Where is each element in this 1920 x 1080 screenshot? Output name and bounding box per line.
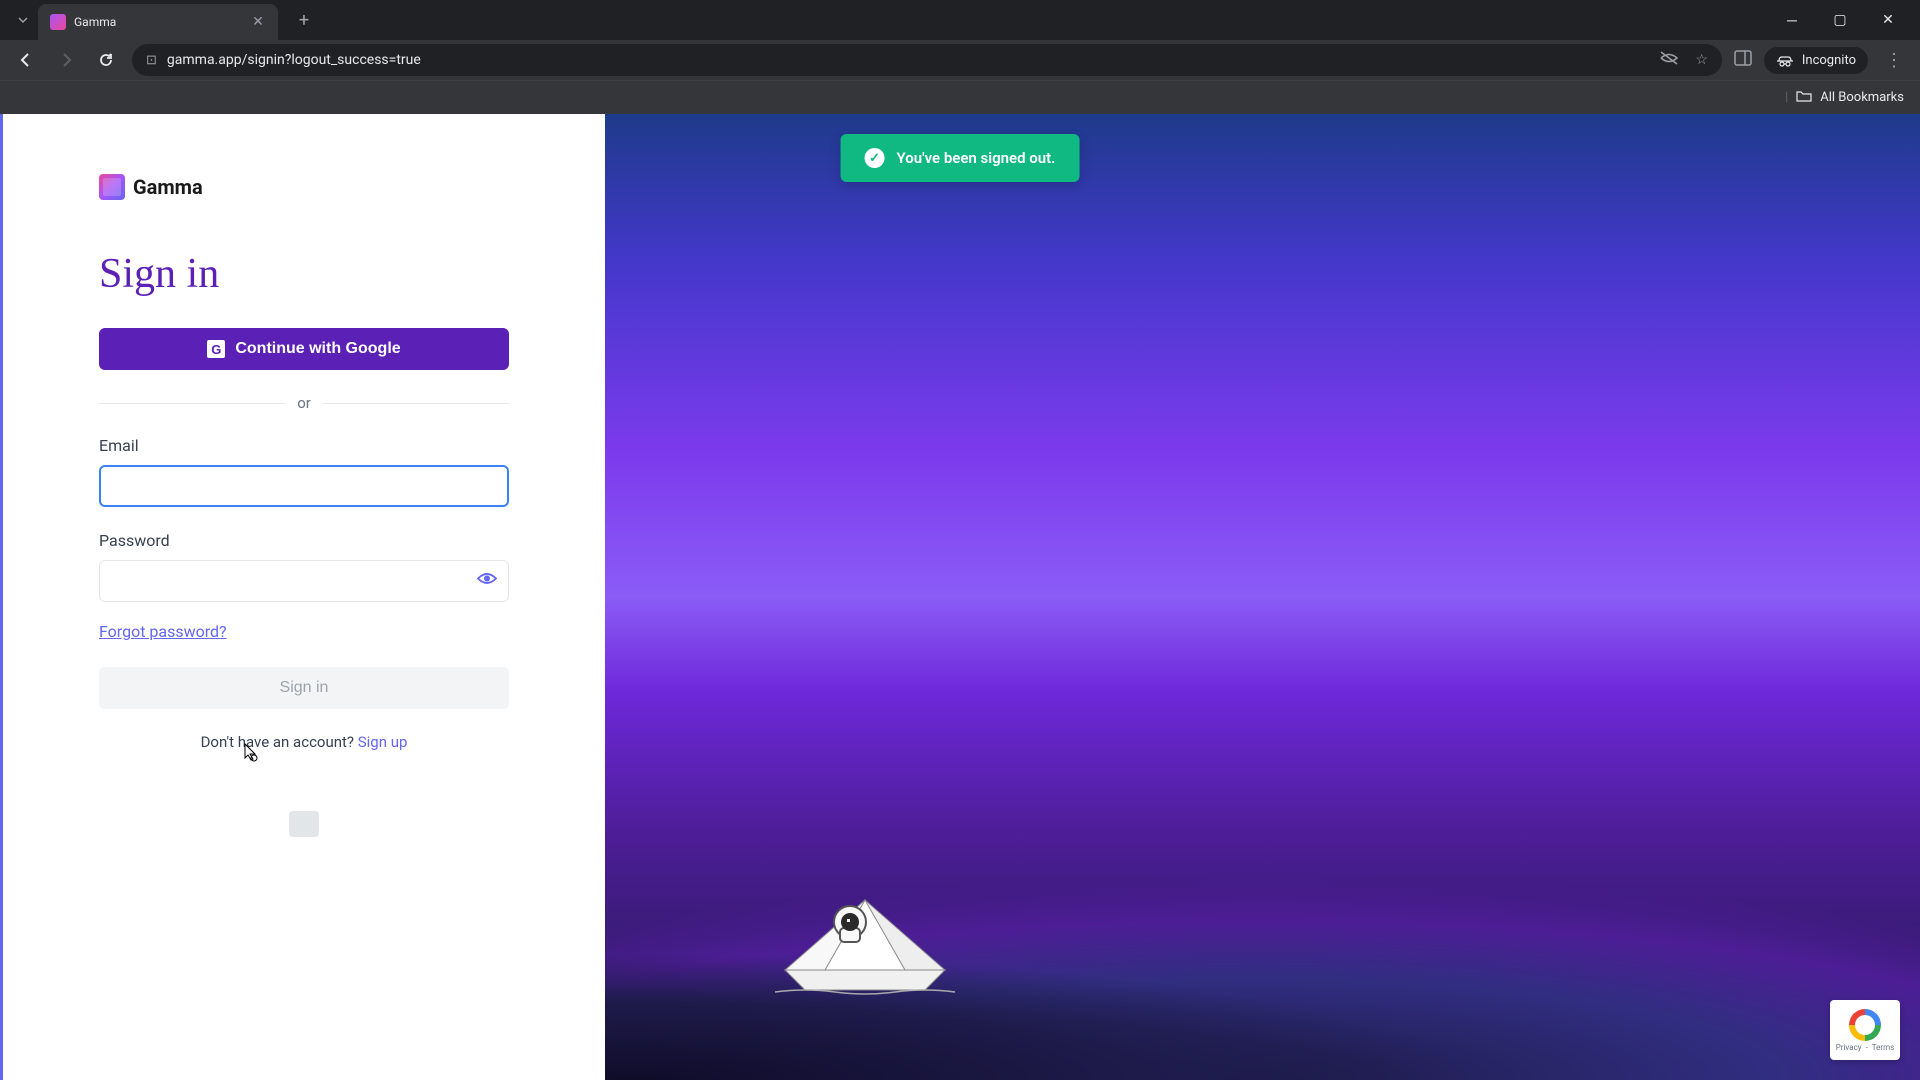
show-password-button[interactable] xyxy=(477,572,497,591)
google-icon: G xyxy=(207,340,225,358)
tab-favicon xyxy=(50,14,66,30)
forgot-password-link[interactable]: Forgot password? xyxy=(99,622,227,641)
all-bookmarks-link[interactable]: All Bookmarks xyxy=(1820,90,1904,105)
window-controls: ─ ▢ ✕ xyxy=(1778,12,1912,29)
password-label: Password xyxy=(99,531,509,550)
incognito-label: Incognito xyxy=(1802,53,1856,68)
signin-panel: Gamma Sign in G Continue with Google or … xyxy=(0,114,605,1080)
browser-tab-strip: Gamma ✕ + ─ ▢ ✕ xyxy=(0,0,1920,40)
close-tab-icon[interactable]: ✕ xyxy=(250,14,266,30)
bookmarks-bar: | All Bookmarks xyxy=(0,80,1920,114)
signup-prompt: Don't have an account? Sign up xyxy=(99,733,509,751)
maximize-button[interactable]: ▢ xyxy=(1826,12,1854,29)
incognito-icon xyxy=(1776,53,1794,67)
divider-text: or xyxy=(285,394,323,412)
close-window-button[interactable]: ✕ xyxy=(1874,12,1902,29)
google-button-label: Continue with Google xyxy=(235,340,400,358)
password-input[interactable] xyxy=(99,560,509,602)
bookmark-star-icon[interactable]: ☆ xyxy=(1695,52,1708,68)
page-content: Gamma Sign in G Continue with Google or … xyxy=(0,114,1920,1080)
eye-icon xyxy=(477,572,497,586)
recaptcha-terms[interactable]: Terms xyxy=(1872,1043,1894,1052)
recaptcha-privacy[interactable]: Privacy xyxy=(1836,1043,1862,1052)
reload-button[interactable] xyxy=(92,46,120,74)
minimize-button[interactable]: ─ xyxy=(1778,12,1806,29)
side-panel-icon[interactable] xyxy=(1734,50,1752,70)
address-bar[interactable]: ⊡ gamma.app/signin?logout_success=true ☆ xyxy=(132,44,1722,76)
tab-title: Gamma xyxy=(74,15,242,29)
site-settings-icon[interactable]: ⊡ xyxy=(146,53,157,68)
recaptcha-badge[interactable]: Privacy - Terms xyxy=(1830,1000,1900,1060)
incognito-eye-icon[interactable] xyxy=(1659,50,1679,70)
footer-logo xyxy=(289,811,319,837)
back-button[interactable] xyxy=(12,46,40,74)
email-input[interactable] xyxy=(99,465,509,507)
signup-prompt-text: Don't have an account? xyxy=(201,733,358,751)
browser-toolbar: ⊡ gamma.app/signin?logout_success=true ☆… xyxy=(0,40,1920,80)
forward-button[interactable] xyxy=(52,46,80,74)
signout-toast: ✓ You've been signed out. xyxy=(841,134,1080,182)
continue-with-google-button[interactable]: G Continue with Google xyxy=(99,328,509,370)
signup-link[interactable]: Sign up xyxy=(358,733,408,751)
logo-text: Gamma xyxy=(133,175,203,199)
new-tab-button[interactable]: + xyxy=(290,6,318,34)
logo-icon xyxy=(99,174,125,200)
divider: or xyxy=(99,394,509,412)
incognito-badge[interactable]: Incognito xyxy=(1764,47,1868,74)
check-icon: ✓ xyxy=(865,148,885,168)
browser-menu-button[interactable]: ⋮ xyxy=(1880,46,1908,74)
folder-icon xyxy=(1796,89,1812,107)
browser-tab[interactable]: Gamma ✕ xyxy=(38,4,278,40)
tab-search-dropdown[interactable] xyxy=(8,5,38,35)
email-label: Email xyxy=(99,436,509,455)
recaptcha-icon xyxy=(1849,1009,1881,1041)
signin-button[interactable]: Sign in xyxy=(99,667,509,709)
boat-illustration xyxy=(745,860,985,1010)
url-text: gamma.app/signin?logout_success=true xyxy=(167,52,421,68)
hero-image: Privacy - Terms xyxy=(605,114,1920,1080)
logo: Gamma xyxy=(99,174,509,200)
page-title: Sign in xyxy=(99,250,509,298)
toast-message: You've been signed out. xyxy=(897,149,1056,167)
